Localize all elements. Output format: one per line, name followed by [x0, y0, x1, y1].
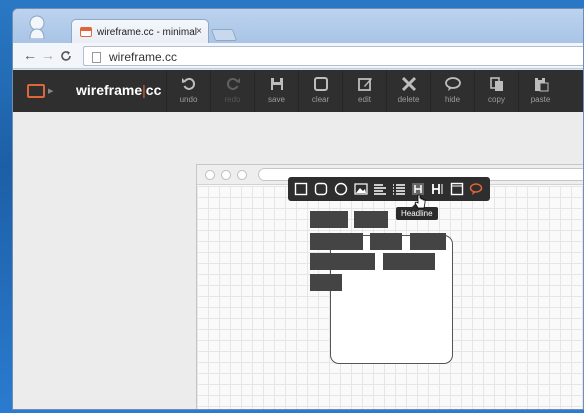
placeholder-block[interactable] — [383, 253, 435, 270]
placeholder-block[interactable] — [354, 211, 388, 228]
tab-title: wireframe.cc - minimal w — [97, 26, 197, 38]
mock-window-dot — [237, 170, 247, 180]
rounded-rectangle-icon[interactable] — [314, 182, 328, 196]
page-icon — [92, 51, 101, 63]
mock-window-dot — [205, 170, 215, 180]
placeholder-block[interactable] — [310, 274, 342, 291]
hide-label: hide — [444, 95, 461, 104]
edit-button[interactable]: edit — [342, 70, 386, 112]
hide-icon — [444, 77, 461, 91]
circle-icon[interactable] — [334, 182, 348, 196]
comment-icon[interactable] — [469, 182, 483, 196]
text-icon[interactable] — [431, 182, 445, 196]
address-bar[interactable]: wireframe.cc — [83, 46, 583, 66]
redo-button[interactable]: redo — [210, 70, 254, 112]
browser-tab[interactable]: wireframe.cc - minimal w × — [71, 19, 209, 44]
url-text: wireframe.cc — [109, 50, 178, 64]
save-label: save — [268, 95, 285, 104]
logo-arrow-icon: ▶ — [48, 88, 54, 95]
list-icon[interactable] — [392, 182, 406, 196]
placeholder-block[interactable] — [370, 233, 402, 250]
rectangle-icon[interactable] — [294, 182, 308, 196]
placeholder-block[interactable] — [310, 233, 363, 250]
paste-button[interactable]: paste — [518, 70, 562, 112]
reload-icon[interactable] — [60, 50, 72, 62]
favicon-icon — [80, 27, 92, 37]
placeholder-block[interactable] — [310, 211, 348, 228]
app-toolbar: ▶ wireframe|cc undo redo save clear edit… — [13, 70, 583, 112]
clear-button[interactable]: clear — [298, 70, 342, 112]
app-logo[interactable]: wireframe|cc — [76, 82, 161, 98]
delete-button[interactable]: delete — [386, 70, 430, 112]
undo-label: undo — [179, 95, 198, 104]
redo-icon — [226, 77, 240, 90]
delete-label: delete — [397, 95, 420, 104]
mock-window-dot — [221, 170, 231, 180]
navigation-bar: ← → wireframe.cc — [13, 43, 583, 69]
undo-icon — [181, 77, 195, 90]
paste-label: paste — [530, 95, 551, 104]
image-icon[interactable] — [354, 182, 368, 196]
copy-icon — [489, 77, 503, 91]
placeholder-block[interactable] — [410, 233, 446, 250]
tab-strip: wireframe.cc - minimal w × — [13, 9, 583, 44]
save-icon — [270, 78, 283, 90]
paragraph-icon[interactable] — [373, 182, 387, 196]
logo-name: wireframe — [76, 82, 143, 98]
paste-icon — [534, 77, 548, 92]
wireframe-canvas[interactable] — [13, 112, 583, 409]
hand-cursor-icon — [414, 194, 426, 209]
save-button[interactable]: save — [254, 70, 298, 112]
forward-arrow-icon[interactable]: → — [41, 47, 55, 63]
browser-window: wireframe.cc - minimal w × ← → wireframe… — [12, 8, 584, 410]
hide-button[interactable]: hide — [430, 70, 474, 112]
edit-label: edit — [358, 95, 371, 104]
clear-label: clear — [311, 95, 330, 104]
logo-suffix: cc — [145, 82, 162, 98]
browser-icon[interactable] — [450, 182, 464, 196]
tab-close-icon[interactable]: × — [196, 26, 202, 37]
undo-button[interactable]: undo — [166, 70, 210, 112]
delete-icon — [401, 76, 416, 92]
placeholder-block[interactable] — [310, 253, 375, 270]
browser-user-icon — [29, 15, 45, 39]
app-logo-icon — [27, 84, 45, 98]
redo-label: redo — [224, 95, 241, 104]
shape-palette — [288, 177, 490, 201]
copy-label: copy — [488, 95, 505, 104]
new-tab-button[interactable] — [210, 29, 238, 41]
edit-icon — [357, 78, 372, 91]
copy-button[interactable]: copy — [474, 70, 518, 112]
clear-icon — [313, 77, 328, 91]
back-arrow-icon[interactable]: ← — [23, 47, 37, 63]
